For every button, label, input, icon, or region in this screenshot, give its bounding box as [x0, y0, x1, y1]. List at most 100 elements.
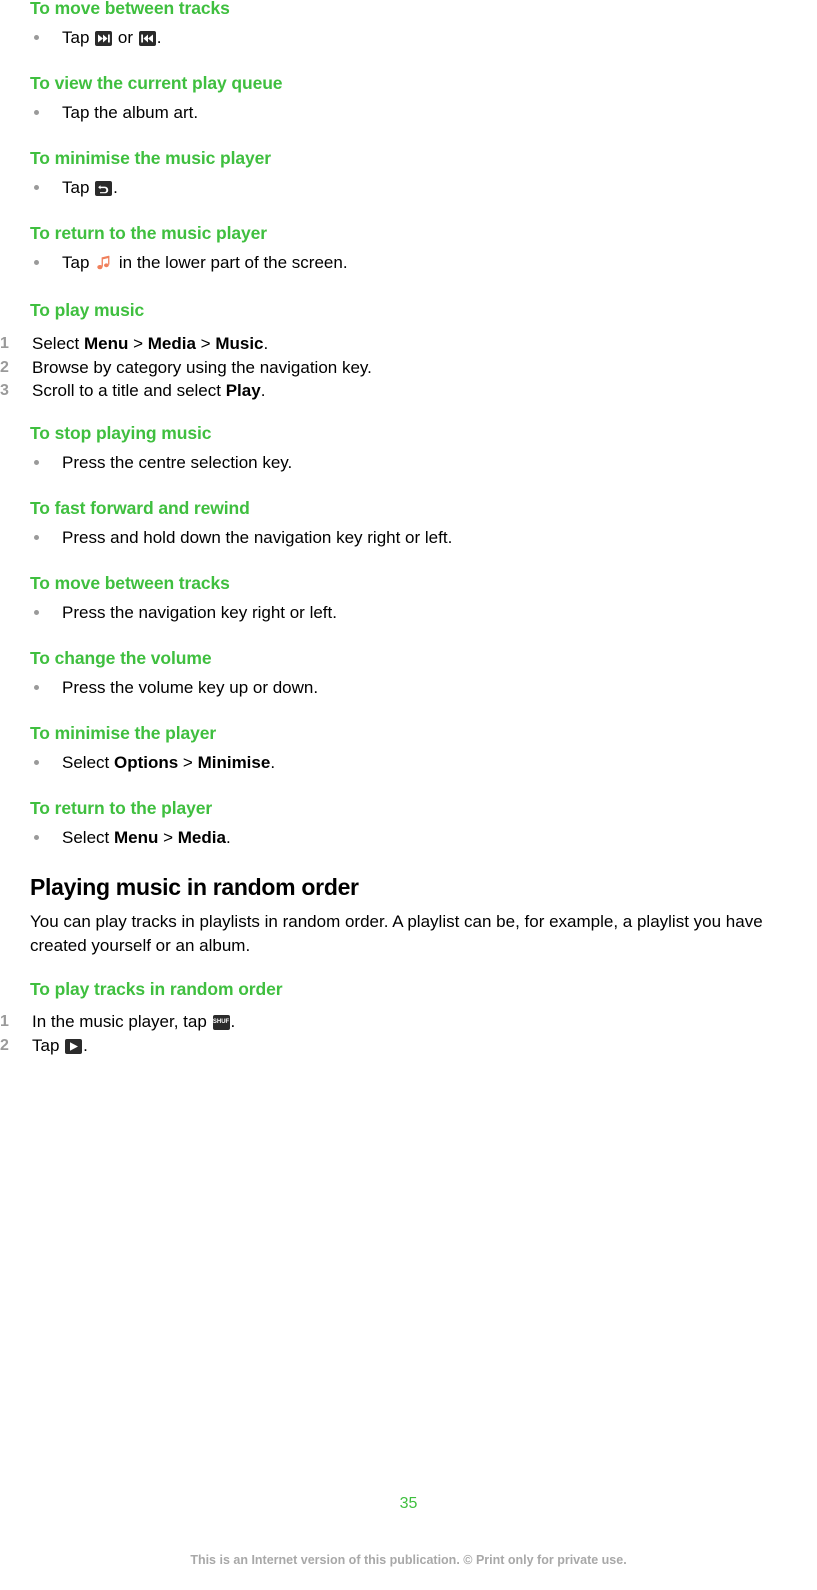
- task-heading: To minimise the player: [30, 723, 217, 743]
- step-marker: 1: [0, 335, 9, 352]
- bullet-marker: [34, 260, 39, 265]
- step-bold-play: Play: [225, 381, 261, 400]
- item-text-pre: Tap: [62, 178, 95, 197]
- bullet-marker: [34, 110, 39, 115]
- section-random-order: Playing music in random order You can pl…: [30, 874, 817, 958]
- step-bold-menu: Menu: [83, 334, 129, 353]
- item-sep: >: [158, 828, 178, 847]
- item-text-pre: Tap: [62, 253, 95, 272]
- section-paragraph: You can play tracks in playlists in rand…: [30, 912, 763, 955]
- item-text: Tap the album art.: [62, 103, 199, 122]
- task-heading: To play music: [30, 300, 145, 320]
- music-note-icon: [96, 254, 112, 270]
- section-minimise-player: To minimise the player Select Options > …: [30, 723, 275, 775]
- task-heading: To fast forward and rewind: [30, 498, 250, 518]
- bullet-marker: [34, 35, 39, 40]
- section-fast-forward-rewind: To fast forward and rewind Press and hol…: [30, 498, 452, 550]
- item-bold-options: Options: [113, 753, 179, 772]
- step-period: .: [260, 381, 266, 400]
- item-bold-minimise: Minimise: [197, 753, 271, 772]
- item-text-post: in the lower part of the screen.: [114, 253, 348, 272]
- item-text: Press and hold down the navigation key r…: [62, 528, 453, 547]
- item-text-0: Select: [62, 828, 114, 847]
- list-item: 2 Browse by category using the navigatio…: [0, 356, 780, 380]
- bullet-marker: [34, 835, 39, 840]
- section-title: Playing music in random order: [30, 874, 359, 900]
- list-item: Tap the album art.: [30, 101, 282, 125]
- list-item: 3 Scroll to a title and select Play.: [0, 379, 780, 403]
- list-item: Press the navigation key right or left.: [30, 601, 337, 625]
- bullet-marker: [34, 685, 39, 690]
- bullet-marker: [34, 460, 39, 465]
- document-page: To move between tracks Tap or . To view …: [0, 0, 817, 1590]
- section-return-player: To return to the player Select Menu > Me…: [30, 798, 231, 850]
- item-sep: >: [178, 753, 198, 772]
- list-item: Press the centre selection key.: [30, 451, 292, 475]
- task-heading: To minimise the music player: [30, 148, 271, 168]
- task-heading: To return to the player: [30, 798, 213, 818]
- task-heading: To play tracks in random order: [30, 979, 283, 999]
- list-item: Tap .: [30, 176, 271, 200]
- bullet-marker: [34, 610, 39, 615]
- list-item: 1 Select Menu > Media > Music.: [0, 332, 780, 356]
- step-marker: 2: [0, 1036, 9, 1054]
- step-text-0: Select: [32, 334, 84, 353]
- task-heading: To view the current play queue: [30, 73, 283, 93]
- play-icon: [65, 1038, 83, 1054]
- task-heading: To move between tracks: [30, 573, 230, 593]
- next-track-icon: [95, 31, 113, 46]
- item-text: Press the centre selection key.: [62, 453, 293, 472]
- item-period: .: [270, 753, 276, 772]
- list-item: Press and hold down the navigation key r…: [30, 526, 452, 550]
- section-return-music-player: To return to the music player Tap in the…: [30, 223, 348, 275]
- item-text: Press the volume key up or down.: [62, 678, 319, 697]
- list-item: Tap or .: [30, 26, 230, 50]
- item-text-post: .: [113, 178, 118, 197]
- step-marker: 2: [0, 358, 9, 376]
- section-view-play-queue: To view the current play queue Tap the a…: [30, 73, 283, 125]
- step-sep-2: >: [195, 334, 216, 353]
- list-item: Tap in the lower part of the screen.: [30, 251, 348, 275]
- step-text-post: .: [230, 1012, 236, 1031]
- bullet-marker: [34, 535, 39, 540]
- list-item: Press the volume key up or down.: [30, 676, 318, 700]
- item-text-pre: Tap: [62, 28, 95, 47]
- task-heading: To change the volume: [30, 648, 212, 668]
- list-item: Select Options > Minimise.: [30, 751, 275, 775]
- step-period: .: [263, 334, 269, 353]
- section-play-music: To play music: [30, 300, 144, 321]
- list-item: Select Menu > Media.: [30, 826, 231, 850]
- back-icon: [95, 181, 113, 196]
- item-bold-media: Media: [177, 828, 226, 847]
- task-heading: To move between tracks: [30, 0, 230, 18]
- step-bold-media: Media: [147, 334, 196, 353]
- item-text-0: Select: [62, 753, 114, 772]
- step-marker: 3: [0, 382, 9, 399]
- item-bold-menu: Menu: [113, 828, 159, 847]
- step-text-pre: Tap: [32, 1035, 65, 1055]
- previous-track-icon: [138, 31, 156, 46]
- play-music-steps: 1 Select Menu > Media > Music. 2 Browse …: [0, 332, 780, 403]
- item-text-mid: or: [113, 28, 138, 47]
- list-item: 2 Tap .: [0, 1034, 600, 1058]
- section-move-between-tracks-2: To move between tracks Press the navigat…: [30, 573, 337, 625]
- random-order-steps: 1 In the music player, tap SHUF. 2 Tap .: [0, 1010, 600, 1057]
- bullet-marker: [34, 760, 39, 765]
- task-play-random-order: To play tracks in random order: [30, 979, 283, 1000]
- item-period: .: [225, 828, 231, 847]
- step-text-pre: In the music player, tap: [32, 1012, 212, 1031]
- footer-disclaimer: This is an Internet version of this publ…: [190, 1553, 627, 1567]
- section-move-between-tracks-1: To move between tracks Tap or .: [30, 0, 230, 50]
- item-text-post: .: [156, 28, 162, 47]
- step-marker: 1: [0, 1013, 9, 1030]
- section-change-volume: To change the volume Press the volume ke…: [30, 648, 318, 700]
- step-text: Browse by category using the navigation …: [32, 357, 372, 377]
- section-minimise-music-player: To minimise the music player Tap .: [30, 148, 271, 200]
- step-text-post: .: [83, 1035, 88, 1055]
- section-stop-playing-music: To stop playing music Press the centre s…: [30, 423, 292, 475]
- bullet-marker: [34, 185, 39, 190]
- list-item: 1 In the music player, tap SHUF.: [0, 1010, 600, 1034]
- step-text-0: Scroll to a title and select: [32, 381, 226, 400]
- step-bold-music: Music: [215, 334, 264, 353]
- shuffle-icon: SHUF: [212, 1015, 230, 1030]
